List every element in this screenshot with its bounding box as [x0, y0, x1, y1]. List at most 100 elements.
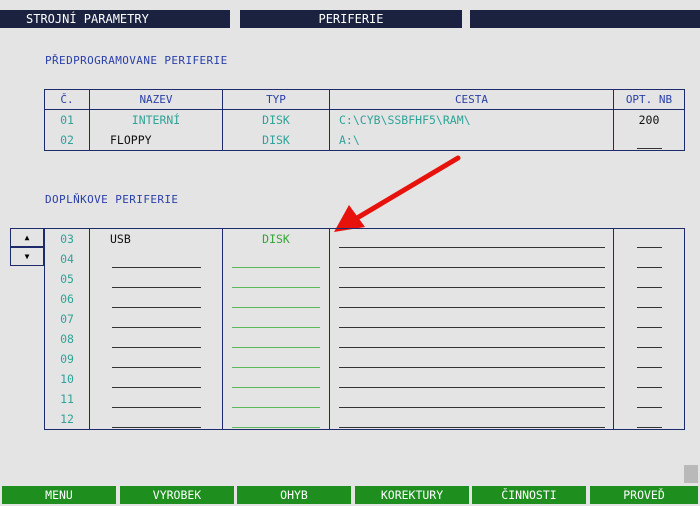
name-input[interactable]: [111, 391, 201, 408]
name-input[interactable]: [111, 371, 201, 388]
down-triangle-icon: ▼: [24, 252, 30, 261]
proved-button[interactable]: PROVEĎ: [590, 486, 698, 504]
type-input[interactable]: [232, 391, 320, 408]
opt-nb-input[interactable]: [636, 231, 662, 248]
path-input[interactable]: [339, 311, 605, 328]
path-input[interactable]: [339, 411, 605, 428]
table-row[interactable]: 05: [44, 269, 685, 289]
name-cell[interactable]: [89, 389, 223, 409]
name-input[interactable]: [111, 291, 201, 308]
opt-nb-input[interactable]: [636, 391, 662, 408]
opt-nb-cell[interactable]: [613, 389, 685, 409]
name-input[interactable]: [111, 311, 201, 328]
opt-nb-input[interactable]: [636, 251, 662, 268]
opt-nb-input[interactable]: [636, 411, 662, 428]
path-input[interactable]: [339, 291, 605, 308]
type-cell[interactable]: [222, 369, 330, 389]
table-row[interactable]: 04: [44, 249, 685, 269]
scroll-up-button[interactable]: ▲: [10, 228, 44, 247]
opt-nb-input[interactable]: [636, 311, 662, 328]
name-cell[interactable]: [89, 269, 223, 289]
path-cell[interactable]: [329, 369, 614, 389]
path-cell[interactable]: [329, 228, 614, 249]
scrollbar-thumb[interactable]: [684, 465, 698, 483]
table-row[interactable]: 09: [44, 349, 685, 369]
path-cell[interactable]: [329, 249, 614, 269]
name-cell[interactable]: [89, 369, 223, 389]
table-row[interactable]: 03 USB DISK: [44, 228, 685, 249]
path-input[interactable]: [339, 371, 605, 388]
row-number: 03: [44, 228, 90, 249]
name-cell[interactable]: [89, 289, 223, 309]
path-input[interactable]: [339, 331, 605, 348]
ohyb-button[interactable]: OHYB: [237, 486, 351, 504]
opt-nb-cell[interactable]: [613, 329, 685, 349]
path-input[interactable]: [339, 231, 605, 248]
type-cell[interactable]: [222, 249, 330, 269]
name-input[interactable]: [111, 271, 201, 288]
type-cell[interactable]: [222, 309, 330, 329]
name-cell[interactable]: [89, 309, 223, 329]
type-input[interactable]: [232, 271, 320, 288]
name-input[interactable]: [111, 411, 201, 428]
type-input[interactable]: [232, 411, 320, 428]
path-cell[interactable]: [329, 329, 614, 349]
name-cell[interactable]: [89, 329, 223, 349]
cinnosti-button[interactable]: ČINNOSTI: [472, 486, 586, 504]
softkey-bar: MENU VYROBEK OHYB KOREKTURY ČINNOSTI PRO…: [0, 486, 700, 506]
type-cell[interactable]: [222, 409, 330, 430]
path-cell[interactable]: [329, 409, 614, 430]
opt-nb-cell[interactable]: [613, 289, 685, 309]
path-cell[interactable]: [329, 389, 614, 409]
path-input[interactable]: [339, 391, 605, 408]
opt-nb-input[interactable]: [636, 371, 662, 388]
type-cell[interactable]: [222, 329, 330, 349]
type-input[interactable]: [232, 291, 320, 308]
path-input[interactable]: [339, 271, 605, 288]
opt-nb-cell[interactable]: [613, 349, 685, 369]
name-input[interactable]: [111, 251, 201, 268]
menu-button[interactable]: MENU: [2, 486, 116, 504]
name-cell[interactable]: [89, 249, 223, 269]
name-cell[interactable]: [89, 349, 223, 369]
opt-nb-cell[interactable]: [613, 369, 685, 389]
opt-nb-input[interactable]: [636, 351, 662, 368]
type-input[interactable]: [232, 311, 320, 328]
path-input[interactable]: [339, 351, 605, 368]
table-row[interactable]: 06: [44, 289, 685, 309]
path-cell[interactable]: [329, 349, 614, 369]
table-row[interactable]: 08: [44, 329, 685, 349]
opt-nb-cell[interactable]: [613, 249, 685, 269]
opt-nb-cell[interactable]: [613, 409, 685, 430]
type-cell[interactable]: DISK: [222, 228, 330, 249]
type-input[interactable]: [232, 351, 320, 368]
opt-nb-input[interactable]: [636, 271, 662, 288]
vyrobek-button[interactable]: VYROBEK: [120, 486, 234, 504]
name-input[interactable]: [111, 351, 201, 368]
table-row[interactable]: 12: [44, 409, 685, 430]
type-cell[interactable]: [222, 289, 330, 309]
type-input[interactable]: [232, 331, 320, 348]
name-cell[interactable]: [89, 409, 223, 430]
type-cell[interactable]: [222, 349, 330, 369]
path-cell[interactable]: [329, 289, 614, 309]
table-row[interactable]: 10: [44, 369, 685, 389]
korektury-button[interactable]: KOREKTURY: [355, 486, 469, 504]
type-input[interactable]: [232, 371, 320, 388]
table-row[interactable]: 11: [44, 389, 685, 409]
path-input[interactable]: [339, 251, 605, 268]
opt-nb-cell[interactable]: [613, 269, 685, 289]
scroll-down-button[interactable]: ▼: [10, 247, 44, 266]
name-cell[interactable]: USB: [89, 228, 223, 249]
type-cell[interactable]: [222, 269, 330, 289]
table-row[interactable]: 07: [44, 309, 685, 329]
opt-nb-cell[interactable]: [613, 228, 685, 249]
opt-nb-cell[interactable]: [613, 309, 685, 329]
name-input[interactable]: [111, 331, 201, 348]
path-cell[interactable]: [329, 269, 614, 289]
type-cell[interactable]: [222, 389, 330, 409]
type-input[interactable]: [232, 251, 320, 268]
opt-nb-input[interactable]: [636, 331, 662, 348]
opt-nb-input[interactable]: [636, 291, 662, 308]
path-cell[interactable]: [329, 309, 614, 329]
